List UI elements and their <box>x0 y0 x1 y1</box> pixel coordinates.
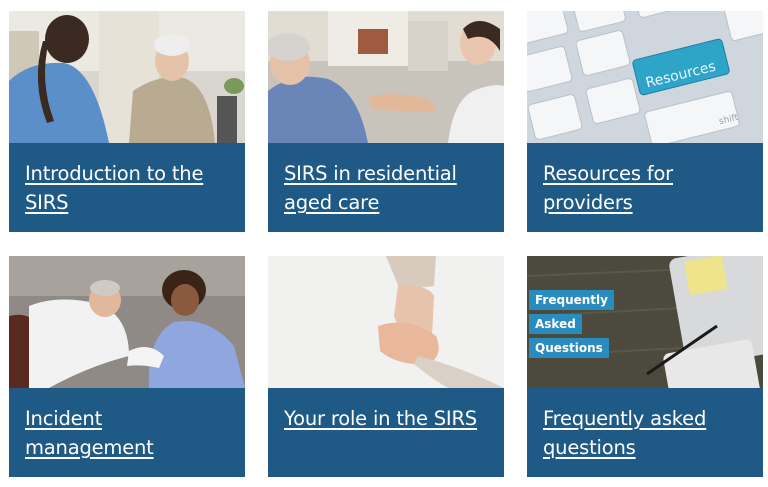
faq-tag-frequently: Frequently <box>529 290 614 310</box>
card-link[interactable]: Introduction to the SIRS <box>25 159 231 217</box>
faq-tag-questions: Questions <box>529 338 609 358</box>
card-link[interactable]: SIRS in residential aged care <box>284 159 490 217</box>
nurse-with-elderly-woman-image <box>9 11 245 143</box>
card-sirs-in-residential-aged-care[interactable]: SIRS in residential aged care <box>268 11 504 232</box>
card-panel: Resources for providers <box>527 143 763 232</box>
faq-tag-asked: Asked <box>529 314 582 334</box>
card-link[interactable]: Incident management <box>25 404 231 462</box>
card-link[interactable]: Resources for providers <box>543 159 749 217</box>
card-panel: SIRS in residential aged care <box>268 143 504 232</box>
faq-desk-image: Frequently Asked Questions <box>527 256 763 388</box>
card-panel: Frequently asked questions <box>527 388 763 477</box>
carer-holding-hands-image <box>268 11 504 143</box>
card-frequently-asked-questions[interactable]: Frequently Asked Questions Frequently as… <box>527 256 763 477</box>
card-panel: Your role in the SIRS <box>268 388 504 477</box>
card-incident-management[interactable]: Incident management <box>9 256 245 477</box>
carer-assisting-elderly-man-image <box>9 256 245 388</box>
card-resources-for-providers[interactable]: Resources shift Resources for providers <box>527 11 763 232</box>
card-panel: Introduction to the SIRS <box>9 143 245 232</box>
keyboard-resources-key-image: Resources shift <box>527 11 763 143</box>
card-panel: Incident management <box>9 388 245 477</box>
card-introduction-to-sirs[interactable]: Introduction to the SIRS <box>9 11 245 232</box>
card-link[interactable]: Your role in the SIRS <box>284 404 490 433</box>
card-link[interactable]: Frequently asked questions <box>543 404 749 462</box>
card-your-role-in-sirs[interactable]: Your role in the SIRS <box>268 256 504 477</box>
holding-hands-image <box>268 256 504 388</box>
